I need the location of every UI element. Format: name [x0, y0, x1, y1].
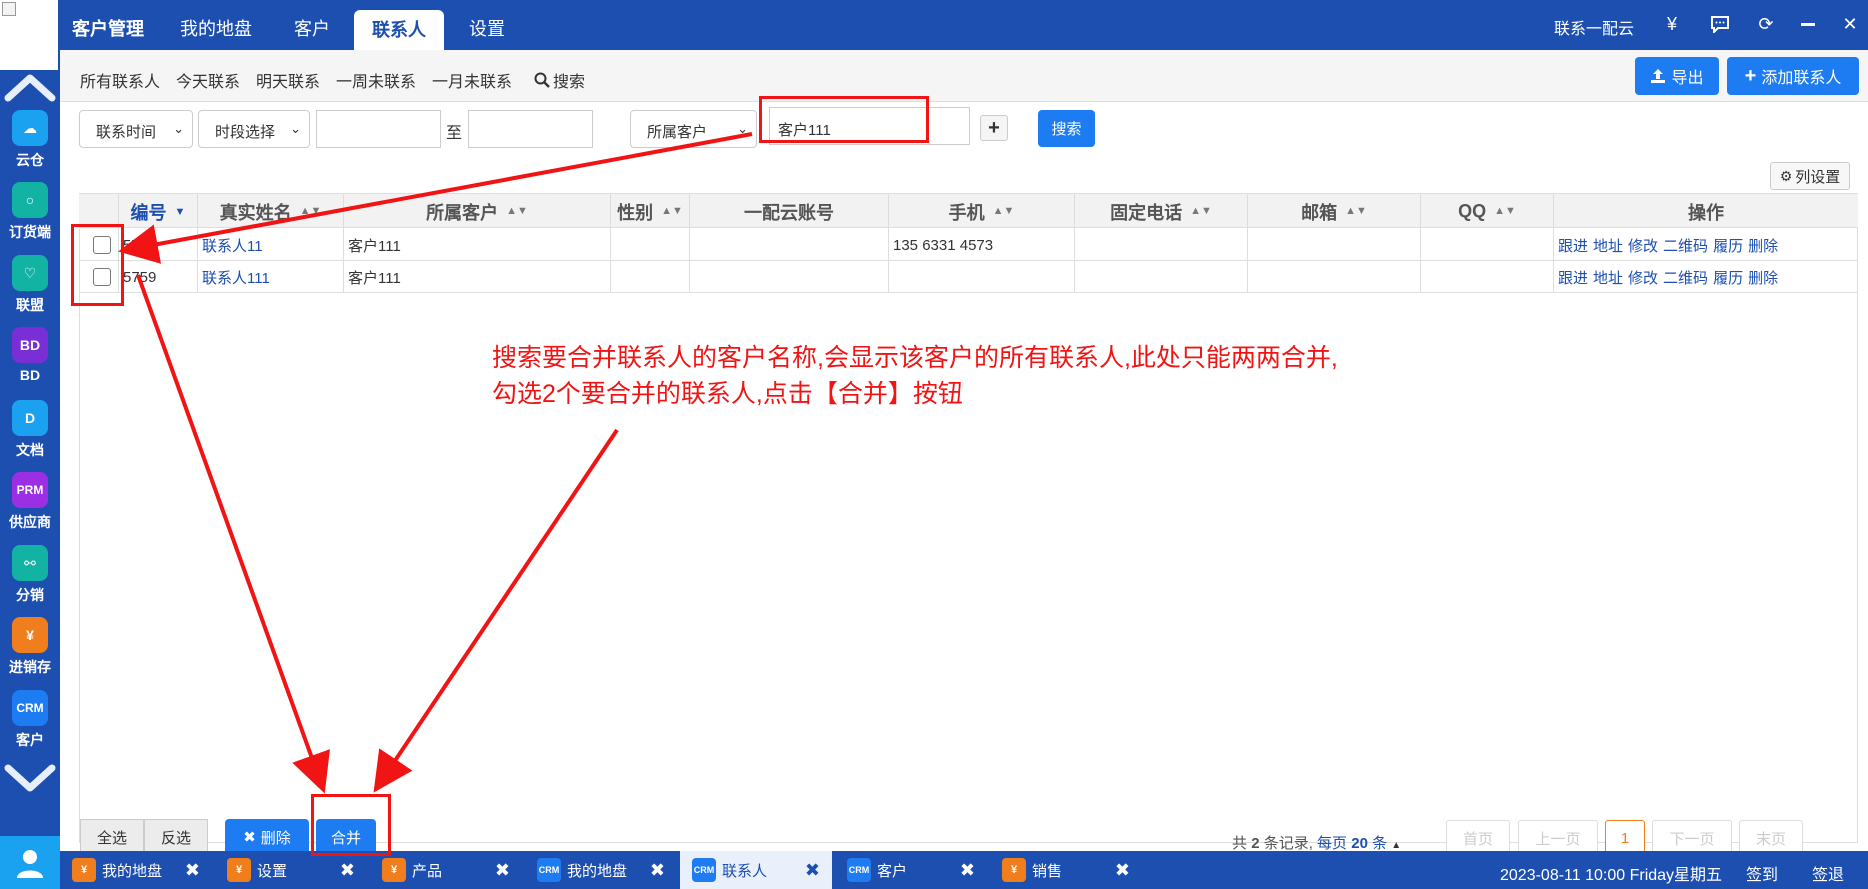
arrow-checkbox-to-merge	[136, 274, 330, 794]
annotation-arrows	[118, 132, 753, 794]
arrow-text-to-merge	[373, 428, 619, 793]
arrow-search-to-checkbox	[118, 132, 753, 264]
